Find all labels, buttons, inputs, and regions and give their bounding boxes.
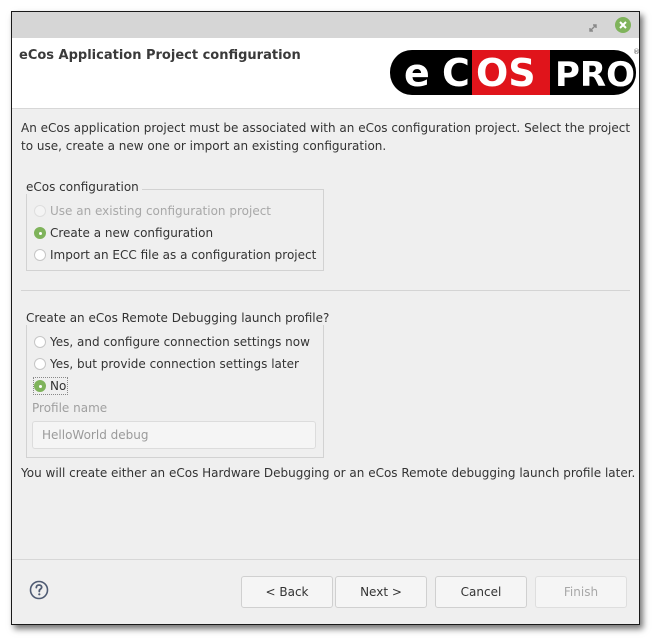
radio-use-existing-config[interactable]: Use an existing configuration project [34,201,271,221]
logo-text-os: OS [476,51,536,95]
title-bar[interactable] [12,12,639,38]
logo-text-c: C [442,51,470,95]
registered-mark: ® [633,48,640,56]
focus-indicator: No [32,377,69,395]
wizard-dialog: eCos Application Project configuration e… [11,11,640,625]
radio-indicator[interactable] [34,227,46,239]
radio-label: Use an existing configuration project [50,204,272,218]
finish-button[interactable]: Finish [535,576,627,608]
radio-indicator[interactable] [34,336,46,348]
logo-text-e: e [404,51,430,95]
close-icon[interactable] [615,17,631,33]
radio-indicator[interactable] [34,358,46,370]
footer-separator [12,559,639,560]
radio-label: Yes, but provide connection settings lat… [50,357,299,371]
radio-configure-later[interactable]: Yes, but provide connection settings lat… [34,354,299,374]
page-title: eCos Application Project configuration [19,48,301,63]
logo-text-pro: PRO [555,55,635,95]
help-icon[interactable] [29,580,49,600]
note-text: You will create either an eCos Hardware … [21,466,636,480]
radio-label: Import an ECC file as a configuration pr… [50,248,317,262]
radio-label: Yes, and configure connection settings n… [50,335,310,349]
profile-name-input[interactable]: HelloWorld debug [32,421,316,449]
back-button[interactable]: < Back [241,576,333,608]
description-text: An eCos application project must be asso… [21,121,631,153]
radio-indicator[interactable] [34,205,46,217]
radio-import-ecc-file[interactable]: Import an ECC file as a configuration pr… [34,245,316,265]
radio-indicator[interactable] [34,249,46,261]
radio-label: Create a new configuration [50,226,214,240]
configuration-options: Use an existing configuration project Cr… [26,189,322,269]
radio-create-new-config[interactable]: Create a new configuration [34,223,213,243]
next-button[interactable]: Next > [335,576,427,608]
radio-label: No [50,379,67,393]
cancel-button[interactable]: Cancel [435,576,527,608]
wizard-header: eCos Application Project configuration e… [12,38,640,109]
radio-no-profile[interactable]: No [32,376,69,396]
section-separator [21,290,630,291]
radio-indicator[interactable] [34,380,46,392]
radio-configure-now[interactable]: Yes, and configure connection settings n… [34,332,310,352]
ecos-pro-logo: e C OS PRO ® [390,48,640,95]
profile-name-label: Profile name [32,401,108,415]
restore-icon[interactable] [587,19,599,32]
